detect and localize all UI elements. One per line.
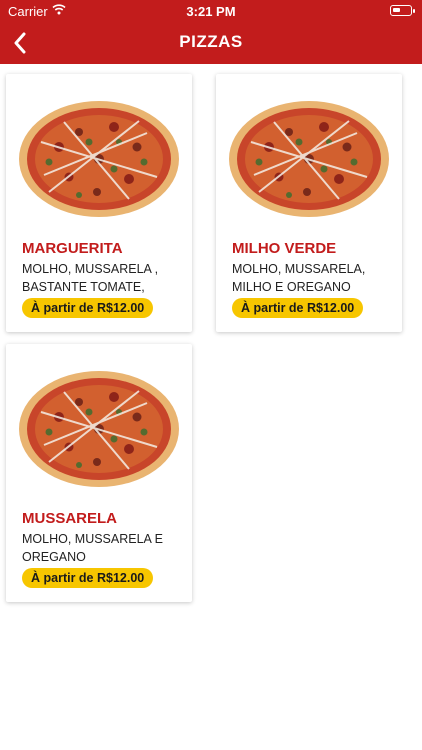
clock: 3:21 PM [186,4,236,19]
product-description: MOLHO, MUSSARELA, MILHO E OREGANO [232,262,366,294]
status-bar: Carrier 3:21 PM [0,0,422,22]
pizza-image [12,84,186,234]
battery-icon [390,5,415,16]
product-card[interactable]: MARGUERITA MOLHO, MUSSARELA , BASTANTE T… [6,74,192,332]
product-name: MARGUERITA [22,240,123,257]
product-name: MILHO VERDE [232,240,337,257]
product-name: MUSSARELA [22,510,118,527]
pizza-image [12,354,186,504]
product-card[interactable]: MUSSARELA MOLHO, MUSSARELA E OREGANO À p… [6,344,192,602]
product-card[interactable]: MILHO VERDE MOLHO, MUSSARELA, MILHO E OR… [216,74,402,332]
pizza-image [222,84,396,234]
product-description: MOLHO, MUSSARELA E OREGANO [22,532,164,564]
page-title: PIZZAS [179,32,243,51]
price-badge: À partir de R$12.00 [22,568,154,588]
top-bar: Carrier 3:21 PM PIZZAS [0,0,422,64]
product-description: MOLHO, MUSSARELA , BASTANTE TOMATE, ORÉG… [22,262,159,294]
nav-bar: PIZZAS [0,22,422,64]
price-badge: À partir de R$12.00 [22,298,154,318]
price-badge: À partir de R$12.00 [232,298,364,318]
